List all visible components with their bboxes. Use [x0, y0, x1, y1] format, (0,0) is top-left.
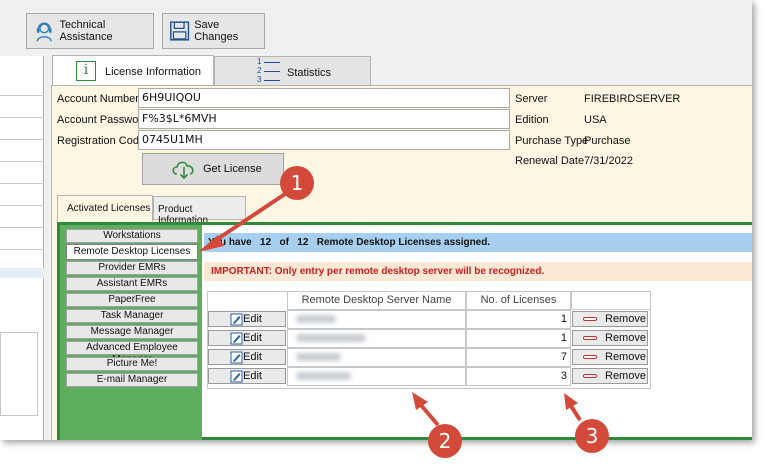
callout-arrow-2	[412, 392, 440, 427]
callout-arrows	[198, 190, 582, 427]
callout-arrow-1	[198, 190, 290, 252]
callout-badge-3: 3	[575, 419, 609, 453]
callout-badge-2: 2	[428, 424, 462, 458]
callout-badge-1: 1	[280, 166, 314, 200]
callout-arrow-3	[564, 393, 582, 422]
